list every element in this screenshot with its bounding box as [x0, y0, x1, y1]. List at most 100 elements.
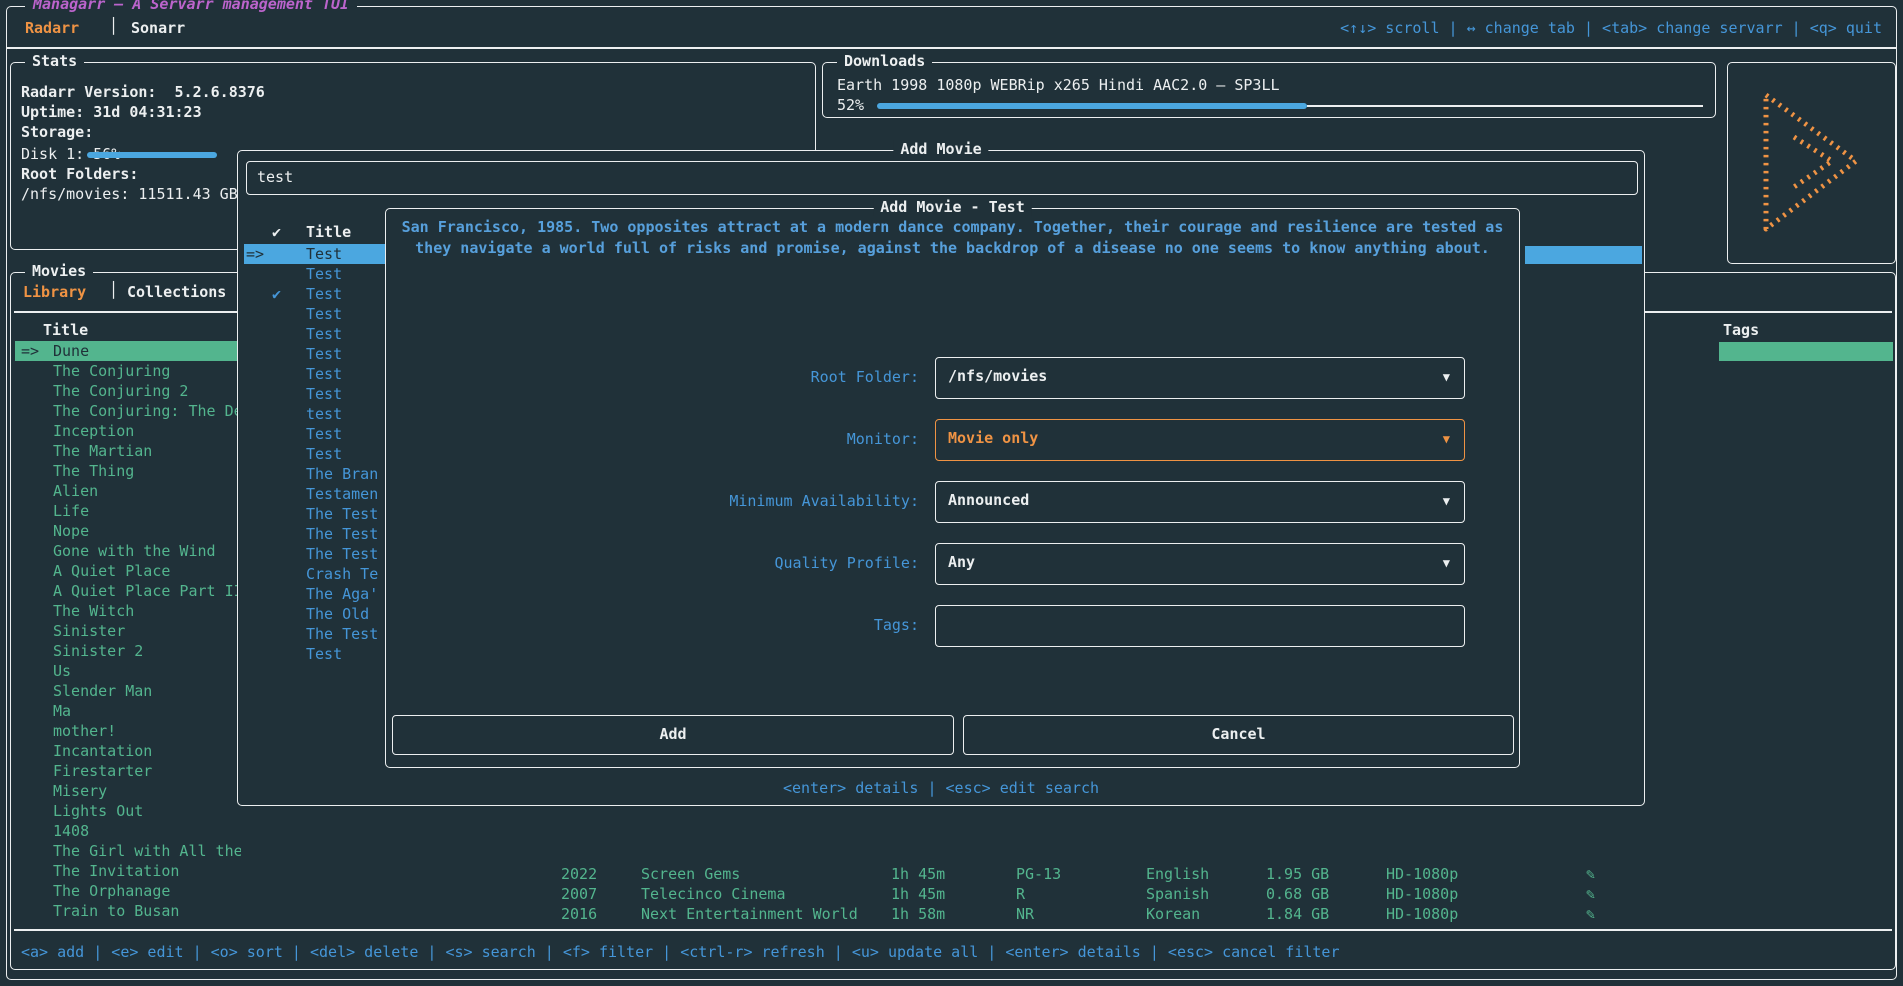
- app-title: Managarr — A Servarr management TUI: [25, 0, 357, 13]
- field-dropdown[interactable]: Any▼: [935, 543, 1465, 585]
- movies-rows: =>DuneThe ConjuringThe Conjuring 2The Co…: [15, 341, 241, 921]
- field-dropdown[interactable]: Movie only▼: [935, 419, 1465, 461]
- movie-title: Lights Out: [53, 801, 143, 821]
- movie-list-item[interactable]: The Conjuring 2: [15, 381, 241, 401]
- movie-title: mother!: [53, 721, 116, 741]
- movie-title: A Quiet Place: [53, 561, 170, 581]
- movie-list-item[interactable]: mother!: [15, 721, 241, 741]
- search-result-item[interactable]: Test: [244, 264, 386, 284]
- radarr-version: Radarr Version: 5.2.6.8376: [21, 83, 265, 101]
- movie-list-item[interactable]: The Conjuring: [15, 361, 241, 381]
- movie-list-item[interactable]: The Orphanage: [15, 881, 241, 901]
- movie-list-item[interactable]: Lights Out: [15, 801, 241, 821]
- movie-title: Nope: [53, 521, 89, 541]
- stats-panel-title: Stats: [25, 52, 84, 70]
- result-title: Crash Te: [306, 564, 378, 584]
- movie-title: Firestarter: [53, 761, 152, 781]
- search-result-item[interactable]: Test: [244, 444, 386, 464]
- search-result-item[interactable]: Test: [244, 384, 386, 404]
- result-title: The Test: [306, 504, 378, 524]
- field-dropdown[interactable]: Announced▼: [935, 481, 1465, 523]
- movie-cell-size: 1.84 GB: [1266, 904, 1329, 924]
- search-result-item[interactable]: Test: [244, 304, 386, 324]
- disk-usage-gauge: [87, 152, 217, 158]
- movie-list-item[interactable]: 1408: [15, 821, 241, 841]
- search-result-item[interactable]: Crash Te: [244, 564, 386, 584]
- result-title: Test: [306, 644, 342, 664]
- search-result-item[interactable]: Test: [244, 324, 386, 344]
- search-result-item[interactable]: Test: [244, 344, 386, 364]
- movie-list-item[interactable]: Sinister 2: [15, 641, 241, 661]
- column-header-tags: Tags: [1723, 321, 1759, 339]
- movie-cell-year: 2016: [561, 904, 597, 924]
- movie-search-input[interactable]: test: [246, 161, 1638, 195]
- movie-list-item[interactable]: Firestarter: [15, 761, 241, 781]
- movie-list-item[interactable]: =>Dune: [15, 341, 241, 361]
- search-result-item[interactable]: =>Test: [244, 244, 386, 264]
- movie-list-item[interactable]: Alien: [15, 481, 241, 501]
- movie-cell-studio: Telecinco Cinema: [641, 884, 786, 904]
- movie-list-item[interactable]: The Thing: [15, 461, 241, 481]
- movie-list-item[interactable]: A Quiet Place: [15, 561, 241, 581]
- movie-list-item[interactable]: The Girl with All the: [15, 841, 241, 861]
- movie-list-item[interactable]: The Witch: [15, 601, 241, 621]
- movie-cell-quality: HD-1080p: [1386, 884, 1458, 904]
- selected-result-highlight-right: [1525, 246, 1642, 264]
- movie-list-item[interactable]: Sinister: [15, 621, 241, 641]
- selected-row-tags-cell: [1719, 342, 1893, 361]
- servarr-tab-sonarr[interactable]: Sonarr: [131, 19, 185, 37]
- keybinding-help-bottom: <a> add | <e> edit | <o> sort | <del> de…: [21, 943, 1340, 961]
- search-result-item[interactable]: The Test: [244, 504, 386, 524]
- servarr-tab-radarr[interactable]: Radarr: [25, 19, 79, 37]
- field-input[interactable]: [935, 605, 1465, 647]
- movie-list-item[interactable]: Incantation: [15, 741, 241, 761]
- add-button[interactable]: Add: [392, 715, 954, 755]
- movie-list-item[interactable]: Slender Man: [15, 681, 241, 701]
- logo-panel: [1727, 62, 1896, 264]
- movie-title: Sinister: [53, 621, 125, 641]
- field-label: Minimum Availability:: [426, 492, 919, 510]
- movie-search-value: test: [257, 168, 293, 186]
- edit-pencil-icon[interactable]: ✎: [1586, 904, 1595, 924]
- result-title: The Old: [306, 604, 369, 624]
- movie-list-item[interactable]: Nope: [15, 521, 241, 541]
- movie-list-item[interactable]: The Martian: [15, 441, 241, 461]
- download-progressbar: [877, 103, 1703, 109]
- search-result-item[interactable]: The Test: [244, 524, 386, 544]
- search-result-item[interactable]: The Bran: [244, 464, 386, 484]
- movie-list-item[interactable]: Train to Busan: [15, 901, 241, 921]
- movie-cell-runtime: 1h 45m: [891, 864, 945, 884]
- movie-cell-language: Korean: [1146, 904, 1200, 924]
- movie-title: The Martian: [53, 441, 152, 461]
- movie-list-item[interactable]: Us: [15, 661, 241, 681]
- movie-list-item[interactable]: Misery: [15, 781, 241, 801]
- movie-list-item[interactable]: The Invitation: [15, 861, 241, 881]
- movie-list-item[interactable]: Life: [15, 501, 241, 521]
- movie-list-item[interactable]: A Quiet Place Part II: [15, 581, 241, 601]
- movie-list-item[interactable]: The Conjuring: The De: [15, 401, 241, 421]
- field-dropdown[interactable]: /nfs/movies▼: [935, 357, 1465, 399]
- tab-library[interactable]: Library: [23, 283, 86, 301]
- movie-list-item[interactable]: Ma: [15, 701, 241, 721]
- movie-title: Slender Man: [53, 681, 152, 701]
- search-result-item[interactable]: The Aga': [244, 584, 386, 604]
- search-result-item[interactable]: Testamen: [244, 484, 386, 504]
- search-result-item[interactable]: test: [244, 404, 386, 424]
- edit-pencil-icon[interactable]: ✎: [1586, 884, 1595, 904]
- selection-arrow: =>: [246, 244, 264, 264]
- search-result-item[interactable]: The Test: [244, 544, 386, 564]
- search-result-item[interactable]: The Old: [244, 604, 386, 624]
- tab-collections[interactable]: Collections: [127, 283, 226, 301]
- search-result-item[interactable]: Test: [244, 644, 386, 664]
- edit-pencil-icon[interactable]: ✎: [1586, 864, 1595, 884]
- movie-list-item[interactable]: Gone with the Wind: [15, 541, 241, 561]
- download-progress-rest: [1307, 105, 1703, 107]
- search-result-item[interactable]: Test: [244, 424, 386, 444]
- cancel-button[interactable]: Cancel: [963, 715, 1514, 755]
- search-result-item[interactable]: The Test: [244, 624, 386, 644]
- search-result-item[interactable]: Test: [244, 364, 386, 384]
- movie-title: Gone with the Wind: [53, 541, 216, 561]
- field-label: Monitor:: [426, 430, 919, 448]
- movie-list-item[interactable]: Inception: [15, 421, 241, 441]
- search-result-item[interactable]: ✔Test: [244, 284, 386, 304]
